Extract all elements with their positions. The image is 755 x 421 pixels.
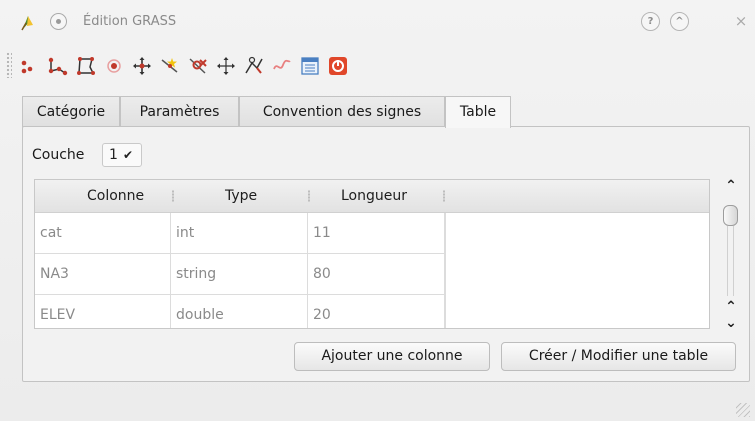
table-cell[interactable]: 11 [308, 213, 445, 254]
qgis-logo-icon [19, 13, 37, 31]
close-window-icon[interactable]: × [731, 11, 751, 31]
add-vertex-icon[interactable] [159, 55, 181, 77]
table-cell[interactable]: double [171, 295, 308, 328]
move-vertex-icon[interactable] [131, 55, 153, 77]
table-cell[interactable]: ELEV [35, 295, 171, 328]
help-icon[interactable]: ? [641, 12, 660, 31]
column-header-longueur[interactable]: Longueur [341, 188, 407, 204]
split-line-icon[interactable] [243, 55, 265, 77]
resize-grip[interactable] [736, 403, 750, 417]
table-cell[interactable]: cat [35, 213, 171, 254]
header-separator[interactable] [308, 190, 310, 202]
column-header-colonne[interactable]: Colonne [87, 188, 144, 204]
shade-icon[interactable]: ^ [670, 12, 689, 31]
tab-categorie[interactable]: Catégorie [22, 96, 120, 127]
toolbar-grip[interactable] [6, 52, 12, 78]
header-separator[interactable] [443, 190, 445, 202]
header-separator[interactable] [172, 190, 174, 202]
delete-vertex-icon[interactable] [187, 55, 209, 77]
column-header-type[interactable]: Type [225, 188, 257, 204]
edit-attributes-icon[interactable] [299, 55, 321, 77]
title-bar: Édition GRASS ? ^ × [0, 0, 755, 40]
table-right-border [445, 213, 446, 328]
new-point-icon[interactable] [19, 55, 41, 77]
scrollbar-track[interactable] [727, 226, 734, 296]
move-element-icon[interactable] [215, 55, 237, 77]
table-header: Colonne Type Longueur [35, 180, 709, 213]
delete-element-icon[interactable] [271, 55, 293, 77]
window-menu-button[interactable] [50, 13, 67, 30]
layer-select[interactable]: 1 ✔ [102, 143, 142, 167]
table-row[interactable]: ELEV double 20 [35, 295, 445, 328]
table-cell[interactable]: int [171, 213, 308, 254]
layer-label: Couche [32, 147, 85, 163]
columns-table[interactable]: Colonne Type Longueur cat int 11 NA3 str… [34, 179, 710, 329]
table-row[interactable]: NA3 string 80 [35, 254, 445, 295]
scroll-up-icon[interactable]: ⌃ [719, 178, 743, 194]
create-modify-table-button[interactable]: Créer / Modifier une table [501, 342, 736, 371]
new-line-icon[interactable] [47, 55, 69, 77]
table-cell[interactable]: NA3 [35, 254, 171, 295]
scrollbar-thumb[interactable] [723, 205, 738, 226]
new-centroid-icon[interactable] [103, 55, 125, 77]
table-cell[interactable]: string [171, 254, 308, 295]
new-boundary-icon[interactable] [75, 55, 97, 77]
grass-edit-window: Édition GRASS ? ^ × Catégorie Paramètres… [0, 0, 755, 421]
close-icon[interactable] [327, 55, 349, 77]
tab-convention-des-signes[interactable]: Convention des signes [239, 96, 445, 127]
table-cell[interactable]: 20 [308, 295, 445, 328]
table-cell[interactable]: 80 [308, 254, 445, 295]
tab-table[interactable]: Table [445, 96, 511, 128]
table-row[interactable]: cat int 11 [35, 213, 445, 254]
chevron-down-icon: ✔ [123, 148, 134, 162]
scroll-down-icon[interactable]: ⌃ ⌄ [719, 299, 743, 331]
window-title: Édition GRASS [83, 14, 177, 29]
tab-parametres[interactable]: Paramètres [120, 96, 239, 127]
layer-select-value: 1 [109, 147, 118, 163]
add-column-button[interactable]: Ajouter une colonne [294, 342, 490, 371]
